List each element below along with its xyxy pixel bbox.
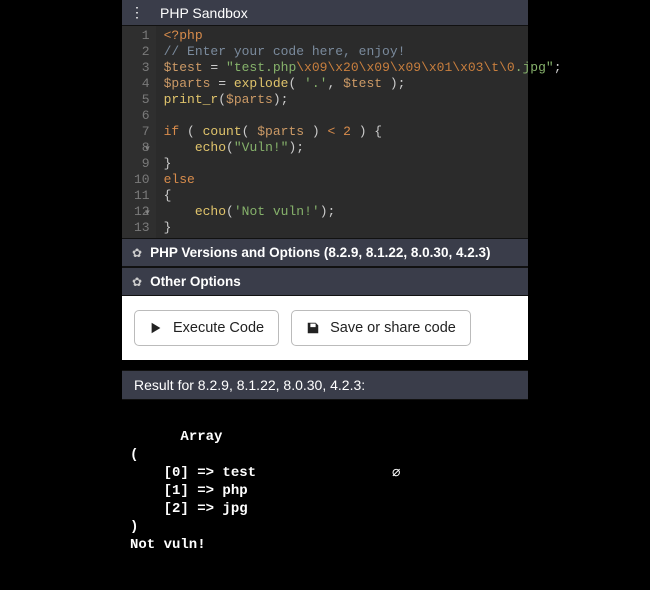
token: ;	[554, 60, 562, 75]
token: (	[288, 76, 304, 91]
execute-button-label: Execute Code	[173, 320, 264, 336]
other-options-label: Other Options	[150, 274, 241, 289]
token: ,	[327, 76, 343, 91]
token: );	[288, 140, 304, 155]
token: else	[164, 172, 195, 187]
code-editor[interactable]: 1234567 ▾891011 ▾1213 <?php// Enter your…	[122, 26, 528, 238]
code-line[interactable]: if ( count( $parts ) < 2 ) {	[164, 124, 562, 140]
token: // Enter your code here, enjoy!	[164, 44, 406, 59]
token: if	[164, 124, 180, 139]
token: $test	[343, 76, 382, 91]
code-line[interactable]: }	[164, 220, 562, 236]
line-number: 10	[134, 172, 150, 188]
token: .jpg"	[515, 60, 554, 75]
token: )	[304, 124, 327, 139]
line-number: 11 ▾	[134, 188, 150, 204]
token: {	[164, 188, 172, 203]
line-number: 12	[134, 204, 150, 220]
token: "Vuln!"	[234, 140, 289, 155]
output-text: Array ( [0] => test [1] => php [2] => jp…	[130, 429, 399, 553]
code-line[interactable]: echo("Vuln!");	[164, 140, 562, 156]
token	[335, 124, 343, 139]
code-line[interactable]: echo('Not vuln!');	[164, 204, 562, 220]
line-number: 2	[134, 44, 150, 60]
line-number: 1	[134, 28, 150, 44]
code-line[interactable]: <?php	[164, 28, 562, 44]
gear-icon: ✿	[132, 275, 142, 289]
save-icon	[306, 321, 320, 335]
line-number: 13	[134, 220, 150, 236]
line-number: 6	[134, 108, 150, 124]
php-versions-section[interactable]: ✿ PHP Versions and Options (8.2.9, 8.1.2…	[122, 238, 528, 267]
execute-button[interactable]: Execute Code	[134, 310, 279, 346]
line-number: 4	[134, 76, 150, 92]
token: (	[226, 204, 234, 219]
toolbar: Execute Code Save or share code	[122, 296, 528, 360]
token: $parts	[226, 92, 273, 107]
token: 2	[343, 124, 351, 139]
token: count	[203, 124, 242, 139]
line-number: 5	[134, 92, 150, 108]
token	[164, 140, 195, 155]
php-versions-label: PHP Versions and Options (8.2.9, 8.1.22,…	[150, 245, 490, 260]
play-icon	[149, 321, 163, 335]
token: =	[210, 76, 233, 91]
token: $parts	[257, 124, 304, 139]
code-area[interactable]: <?php// Enter your code here, enjoy!$tes…	[156, 26, 570, 238]
token: print_r	[164, 92, 219, 107]
code-line[interactable]: $parts = explode( '.', $test );	[164, 76, 562, 92]
token: (	[218, 92, 226, 107]
code-line[interactable]: // Enter your code here, enjoy!	[164, 44, 562, 60]
token: }	[164, 156, 172, 171]
token: "test.php	[226, 60, 296, 75]
token: );	[273, 92, 289, 107]
token: );	[382, 76, 405, 91]
code-line[interactable]: $test = "test.php\x09\x20\x09\x09\x01\x0…	[164, 60, 562, 76]
gear-icon: ✿	[132, 246, 142, 260]
token: =	[203, 60, 226, 75]
token: $parts	[164, 76, 211, 91]
token: \x09\x20\x09\x09\x01\x03\t\0	[296, 60, 514, 75]
menu-icon[interactable]: ⋮	[130, 4, 144, 21]
token: echo	[195, 204, 226, 219]
token: }	[164, 220, 172, 235]
app-title: PHP Sandbox	[160, 5, 248, 21]
cursor-icon: ⌀	[392, 464, 400, 482]
line-number: 3	[134, 60, 150, 76]
token: '.'	[304, 76, 327, 91]
result-header: Result for 8.2.9, 8.1.22, 8.0.30, 4.2.3:	[122, 370, 528, 400]
line-number: 7 ▾	[134, 124, 150, 140]
token	[164, 204, 195, 219]
code-line[interactable]: {	[164, 188, 562, 204]
save-button-label: Save or share code	[330, 320, 456, 336]
line-gutter: 1234567 ▾891011 ▾1213	[122, 26, 156, 238]
title-bar: ⋮ PHP Sandbox	[122, 0, 528, 26]
line-number: 9	[134, 156, 150, 172]
code-line[interactable]: else	[164, 172, 562, 188]
token: $test	[164, 60, 203, 75]
code-line[interactable]: print_r($parts);	[164, 92, 562, 108]
token: (	[226, 140, 234, 155]
token: echo	[195, 140, 226, 155]
result-label: Result for 8.2.9, 8.1.22, 8.0.30, 4.2.3:	[134, 377, 365, 393]
result-output: Array ( [0] => test [1] => php [2] => jp…	[122, 400, 528, 590]
code-line[interactable]	[164, 108, 562, 124]
line-number: 8	[134, 140, 150, 156]
token: 'Not vuln!'	[234, 204, 320, 219]
token: (	[242, 124, 258, 139]
token: <?php	[164, 28, 203, 43]
token: (	[179, 124, 202, 139]
token: explode	[234, 76, 289, 91]
token: );	[320, 204, 336, 219]
token: ) {	[351, 124, 382, 139]
other-options-section[interactable]: ✿ Other Options	[122, 267, 528, 296]
save-button[interactable]: Save or share code	[291, 310, 471, 346]
code-line[interactable]: }	[164, 156, 562, 172]
